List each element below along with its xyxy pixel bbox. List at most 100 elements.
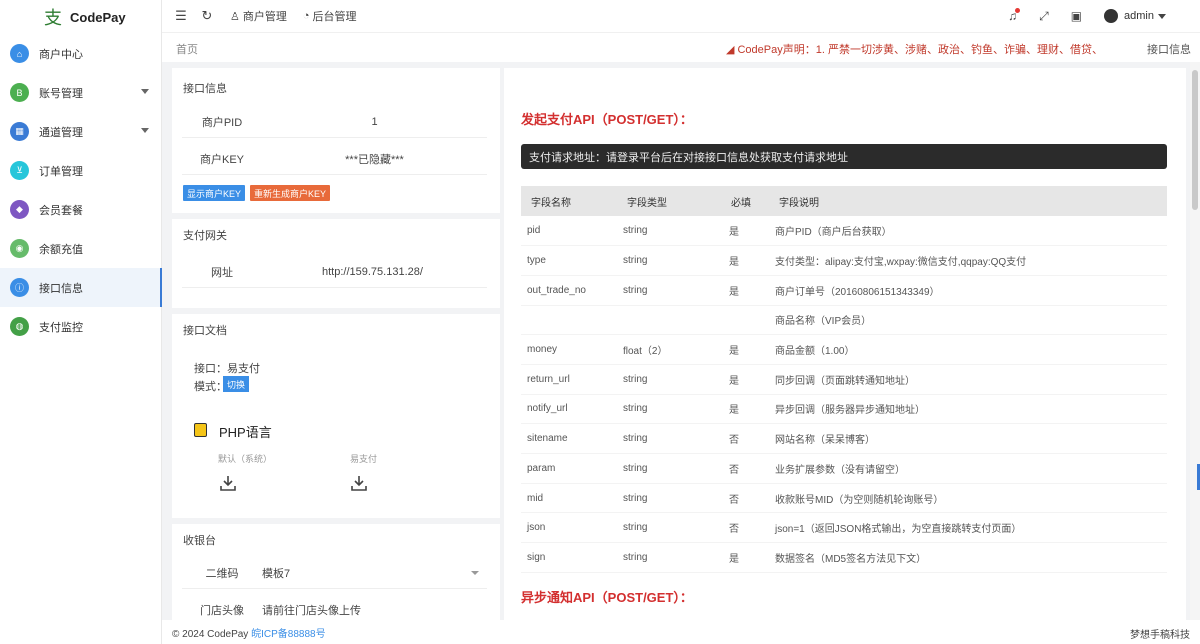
breadcrumb-home[interactable]: 首页 <box>176 41 198 57</box>
fullscreen-icon[interactable]: ⤢ <box>1039 9 1049 24</box>
cell-field-type: string <box>617 394 721 425</box>
chevron-down-icon[interactable] <box>141 89 149 94</box>
cell-description: 异步回调（服务器异步通知地址） <box>769 394 1167 425</box>
table-body: pid string 是商户PID（商户后台获取） type string 是支付类型：a… <box>521 216 1167 573</box>
monitor-icon: ◍ <box>10 317 29 336</box>
request-url-note: 支付请求地址：请登录平台后在对接接口信息处获取支付请求地址 <box>521 144 1167 169</box>
php-title: PHP语言 <box>219 425 272 440</box>
cell-required: 否 <box>721 483 769 514</box>
sidebar-item-7[interactable]: ◍ 支付监控 <box>0 307 161 346</box>
user-dropdown-icon[interactable] <box>1158 13 1166 19</box>
header-description: 字段说明 <box>769 186 1167 216</box>
cell-required <box>721 305 769 336</box>
breadcrumb-current[interactable]: 接口信息 <box>1147 41 1191 57</box>
section-title-interface-info: 接口信息 <box>183 83 227 95</box>
breadcrumb-bar: 首页 ◢ CodePay声明：1. 严禁一切涉黄、涉赌、政治、钓鱼、诈骗、理财、借… <box>162 32 1200 62</box>
bag-icon: B <box>10 83 29 102</box>
key-value: ***已隐藏*** <box>345 153 404 166</box>
cell-description: json=1（返回JSON格式输出，为空直接跳转支付页面） <box>769 512 1167 544</box>
sidebar-item-label: 接口信息 <box>39 282 83 295</box>
notice-marquee: ◢CodePay声明：1. 严禁一切涉黄、涉赌、政治、钓鱼、诈骗、理财、借贷、封… <box>726 41 1102 57</box>
sidebar-item-4[interactable]: ◆ 会员套餐 <box>0 190 161 229</box>
cell-required: 是 <box>721 334 769 365</box>
sidebar-item-6[interactable]: ⓘ 接口信息 <box>0 268 162 307</box>
pid-label: 商户PID <box>201 116 243 129</box>
table-row: pid string 是商户PID（商户后台获取） <box>521 216 1167 247</box>
gateway-url-value: http://159.75.131.28/ <box>322 265 423 278</box>
table-row: sign string 是数据签名（MD5签名方法见下文） <box>521 542 1167 573</box>
merchant-manage-label: 商户管理 <box>242 11 287 23</box>
table-row: out_trade_no string 是商户订单号（201608061513433… <box>521 275 1167 306</box>
sidebar-item-2[interactable]: ▦ 通道管理 <box>0 112 161 151</box>
sidebar-item-label: 订单管理 <box>39 165 83 178</box>
download-default-icon[interactable] <box>219 474 237 492</box>
copyright: © 2024 CodePay <box>172 628 249 640</box>
chevron-down-icon[interactable] <box>141 128 149 133</box>
footer: © 2024 CodePay 皖ICP备88888号 梦想手稿科技 <box>162 620 1200 644</box>
sidebar-item-5[interactable]: ◉ 余额充值 <box>0 229 161 268</box>
cell-description: 支付类型：alipay:支付宝,wxpay:微信支付,qqpay:QQ支付 <box>769 245 1167 276</box>
api-doc-panel: 发起支付API（POST/GET）： 支付请求地址：请登录平台后在对接接口信息处… <box>504 68 1186 620</box>
cell-description: 商户订单号（20160806151343349） <box>769 275 1167 306</box>
sidebar: 支 CodePay ⌂ 商户中心 B 账号管理 ▦ 通道管理 ⊻ 订单管理 ◆ 会员套餐 ◉ 余额充值… <box>0 0 162 644</box>
announcement-icon: ◢ <box>726 44 735 56</box>
cell-required: 是 <box>721 394 769 425</box>
section-divider <box>172 308 500 314</box>
scrollbar-thumb[interactable] <box>1192 70 1198 210</box>
merchant-manage-link[interactable]: ♙ 商户管理 <box>230 8 287 24</box>
key-row: 商户KEY ***已隐藏*** <box>182 143 487 175</box>
pid-value: 1 <box>371 115 378 128</box>
qr-template-select[interactable]: 二维码 模板7 <box>182 557 487 589</box>
reset-key-button[interactable]: 重新生成商户KEY <box>250 185 331 201</box>
cell-description: 网站名称（呆呆博客） <box>769 423 1167 454</box>
qr-value: 模板7 <box>262 567 291 580</box>
home-icon: ⌂ <box>10 44 29 63</box>
cell-field-type: float（2） <box>617 334 721 365</box>
topbar: ☰ ↻ ♙ 商户管理 ◔ 后台管理 ♫ ⤢ ▣ admin <box>162 0 1200 32</box>
cell-description: 商品名称（VIP会员） <box>769 305 1167 336</box>
cell-required: 是 <box>721 364 769 395</box>
header-field-name: 字段名称 <box>521 186 617 216</box>
cell-field-name: out_trade_no <box>521 275 617 306</box>
notice-text: CodePay声明：1. 严禁一切涉黄、涉赌、政治、钓鱼、诈骗、理财、借贷、封建… <box>737 44 1102 56</box>
cell-field-type: string <box>617 453 721 484</box>
cell-required: 是 <box>721 542 769 573</box>
logo-mark-icon: 支 <box>44 8 62 28</box>
page-scrollbar[interactable] <box>1190 62 1200 620</box>
bell-icon[interactable]: ♫ <box>1008 8 1021 23</box>
menu-toggle-icon[interactable]: ☰ <box>174 8 188 24</box>
user-name[interactable]: admin <box>1124 10 1154 22</box>
show-key-button[interactable]: 显示商户KEY <box>183 185 246 201</box>
sidebar-item-0[interactable]: ⌂ 商户中心 <box>0 34 161 73</box>
section-title-cashier: 收银台 <box>183 535 216 547</box>
cell-field-type <box>617 305 721 336</box>
cart-icon: ⊻ <box>10 161 29 180</box>
key-label: 商户KEY <box>199 153 244 166</box>
info-icon: ⓘ <box>10 278 29 297</box>
icp-link[interactable]: 皖ICP备88888号 <box>251 629 325 640</box>
table-row: type string 是支付类型：alipay:支付宝,wxpay:微信支付,qq… <box>521 245 1167 276</box>
refresh-icon[interactable]: ↻ <box>200 8 214 24</box>
cell-field-name: sign <box>521 542 617 573</box>
sidebar-item-label: 商户中心 <box>39 48 83 61</box>
php-icon <box>194 423 207 437</box>
cell-field-type: string <box>617 245 721 276</box>
sidebar-item-3[interactable]: ⊻ 订单管理 <box>0 151 161 190</box>
avatar[interactable] <box>1104 9 1119 23</box>
sidebar-nav: ⌂ 商户中心 B 账号管理 ▦ 通道管理 ⊻ 订单管理 ◆ 会员套餐 ◉ 余额充值 ⓘ 接口信息 ◍ 支付监控 <box>0 34 162 346</box>
download-yi-icon[interactable] <box>350 474 368 492</box>
sidebar-item-1[interactable]: B 账号管理 <box>0 73 161 112</box>
header-field-type: 字段类型 <box>617 186 721 216</box>
gateway-row: 网址 http://159.75.131.28/ <box>182 256 487 288</box>
cell-description: 同步回调（页面跳转通知地址） <box>769 364 1167 395</box>
lock-icon[interactable]: ▣ <box>1071 9 1082 23</box>
cell-field-name <box>521 305 617 336</box>
switch-mode-button[interactable]: 切换 <box>223 376 250 392</box>
backend-manage-link[interactable]: ◔ 后台管理 <box>303 8 357 24</box>
recharge-icon: ◉ <box>10 239 29 258</box>
footer-left: © 2024 CodePay 皖ICP备88888号 <box>172 625 326 640</box>
header-required: 必填 <box>721 186 769 216</box>
avatar-input[interactable]: 请前往门店头像上传 <box>262 602 487 618</box>
app-logo[interactable]: 支 CodePay <box>0 0 161 34</box>
cell-required: 否 <box>721 512 769 544</box>
